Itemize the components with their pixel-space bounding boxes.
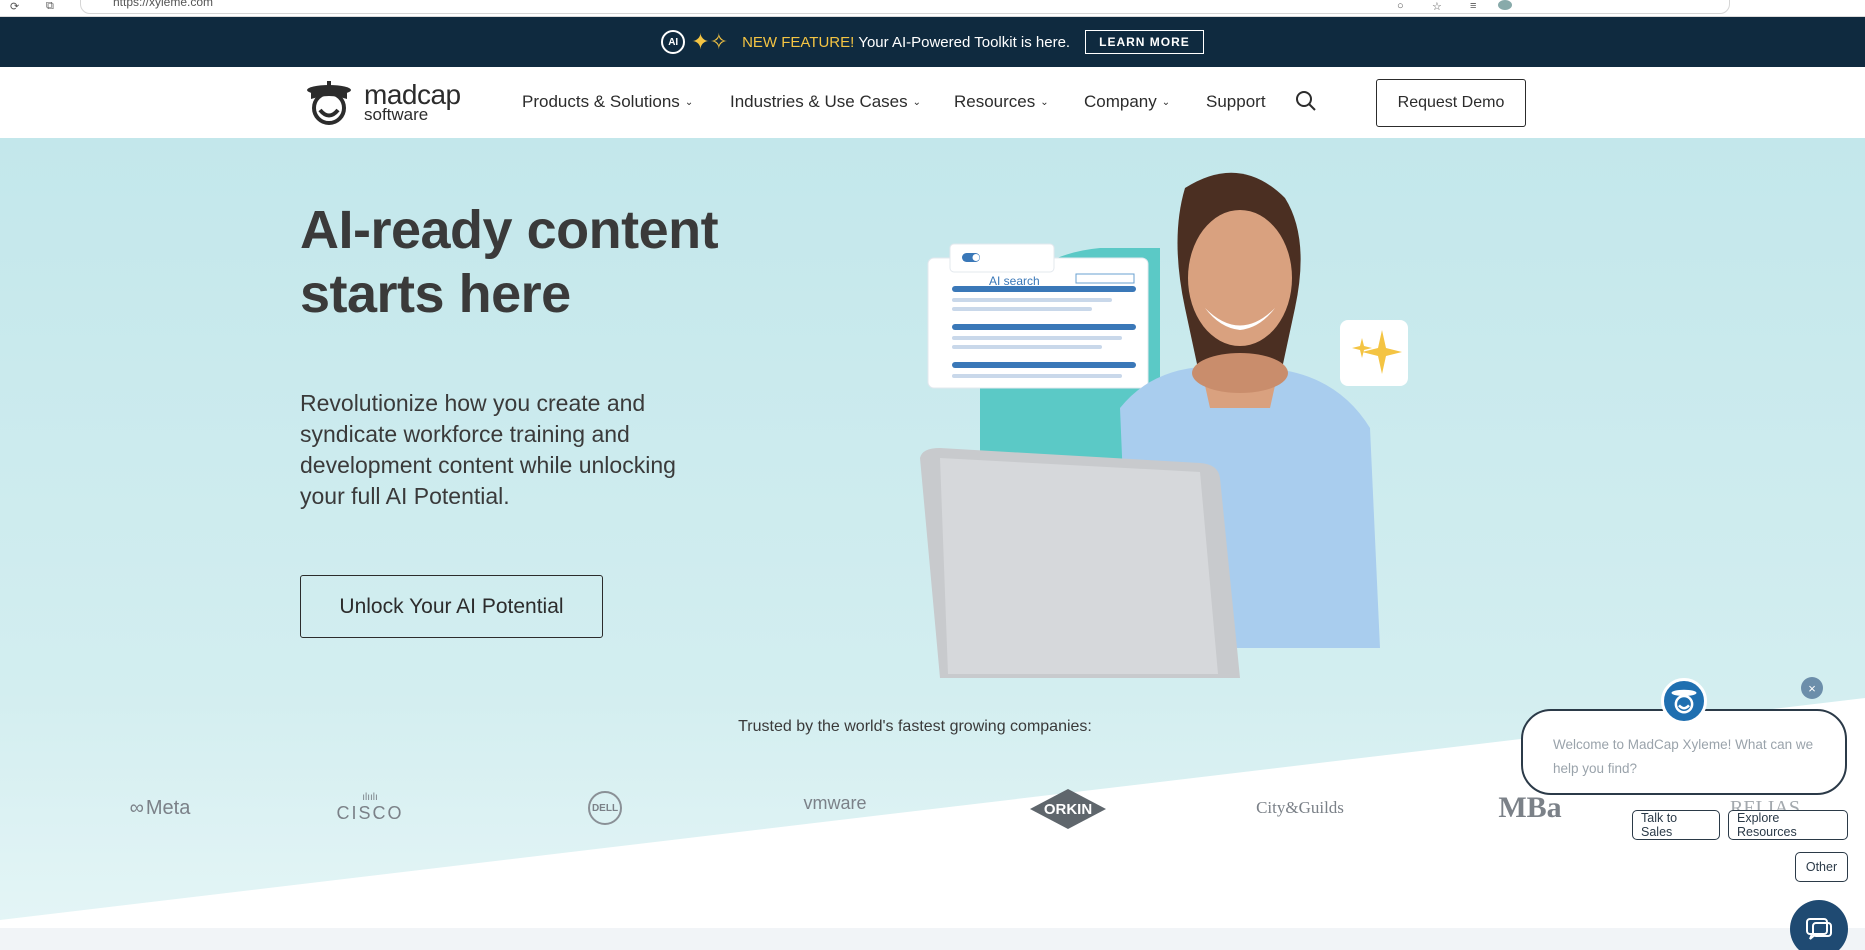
dell-logo-text: DELL [591, 802, 619, 814]
browser-bar: ⟳ ⧉ https://xyleme.com ○ ☆ ≡ [0, 0, 1865, 17]
nav-resources[interactable]: Resources ⌄ [954, 92, 1049, 112]
zoom-icon[interactable]: ○ [1397, 0, 1404, 12]
new-feature-label: NEW FEATURE! [742, 33, 855, 51]
cisco-logo: ılıılı CISCO [336, 792, 404, 823]
search-icon[interactable] [1294, 89, 1318, 113]
request-demo-button[interactable]: Request Demo [1376, 79, 1526, 127]
menu-icon[interactable]: ≡ [1470, 0, 1476, 12]
chat-bot-avatar [1661, 678, 1707, 724]
profile-avatar[interactable] [1498, 0, 1512, 10]
chat-explore-resources-button[interactable]: Explore Resources [1728, 810, 1848, 840]
nav-industries-label: Industries & Use Cases [730, 92, 908, 111]
address-bar[interactable]: https://xyleme.com [80, 0, 1730, 14]
nav-products[interactable]: Products & Solutions ⌄ [522, 92, 693, 112]
madcap-hat-icon [1671, 689, 1697, 714]
nav-products-label: Products & Solutions [522, 92, 680, 111]
tabs-icon[interactable]: ⧉ [46, 0, 54, 13]
next-section-edge [0, 928, 1865, 950]
chat-close-button[interactable]: × [1801, 677, 1823, 699]
bookmark-icon[interactable]: ☆ [1432, 0, 1442, 13]
chevron-down-icon: ⌄ [684, 97, 694, 108]
nav-resources-label: Resources [954, 92, 1036, 111]
vmware-logo-text: vmware [803, 792, 867, 813]
announcement-bar: AI ✦✧ NEW FEATURE! Your AI-Powered Toolk… [0, 17, 1865, 67]
orkin-logo-text: ORKIN [1043, 800, 1093, 818]
announcement-message: Your AI-Powered Toolkit is here. [858, 33, 1071, 51]
meta-logo-text: Meta [145, 796, 191, 819]
hero-title: AI-ready content starts here [300, 200, 719, 324]
madcap-logo[interactable]: madcap software [305, 79, 485, 127]
mba-logo-text: MBa [1498, 791, 1562, 824]
url-text: https://xyleme.com [113, 0, 214, 9]
nav-support[interactable]: Support [1206, 92, 1266, 112]
chevron-down-icon: ⌄ [1161, 97, 1171, 108]
hero-section: AI-ready content starts here Revolutioni… [0, 138, 1865, 928]
learn-more-button[interactable]: LEARN MORE [1085, 30, 1204, 54]
dell-logo: DELL [588, 791, 622, 825]
orkin-logo: ORKIN [1030, 789, 1106, 829]
sparkle-icon: ✦✧ [691, 29, 729, 54]
nav-company-label: Company [1084, 92, 1157, 111]
unlock-ai-button[interactable]: Unlock Your AI Potential [300, 575, 603, 638]
chat-talk-to-sales-button[interactable]: Talk to Sales [1632, 810, 1720, 840]
ai-badge-icon: AI [661, 30, 686, 54]
cisco-logo-text: CISCO [336, 803, 404, 823]
vmware-logo: vmware [790, 783, 880, 823]
city-guilds-logo: City&Guilds [1256, 783, 1344, 833]
logo-text-software: software [364, 105, 429, 124]
madcap-hat-icon [307, 81, 351, 125]
nav-support-label: Support [1206, 92, 1266, 111]
city-guilds-logo-text: City&Guilds [1256, 798, 1344, 817]
chat-launcher-button[interactable] [1790, 900, 1848, 950]
chat-other-button[interactable]: Other [1795, 852, 1848, 882]
reload-icon[interactable]: ⟳ [10, 0, 19, 13]
nav-company[interactable]: Company ⌄ [1084, 92, 1170, 112]
chat-icon [1806, 918, 1832, 940]
main-nav: madcap software Products & Solutions ⌄ In… [0, 67, 1865, 138]
chevron-down-icon: ⌄ [1040, 97, 1049, 108]
nav-industries[interactable]: Industries & Use Cases ⌄ [730, 92, 921, 112]
ai-search-label: AI search [989, 274, 1040, 288]
meta-logo: ∞ Meta [129, 796, 191, 819]
hero-subtitle: Revolutionize how you create and syndica… [300, 390, 676, 509]
hero-illustration [920, 172, 1408, 678]
chevron-down-icon: ⌄ [912, 97, 922, 108]
